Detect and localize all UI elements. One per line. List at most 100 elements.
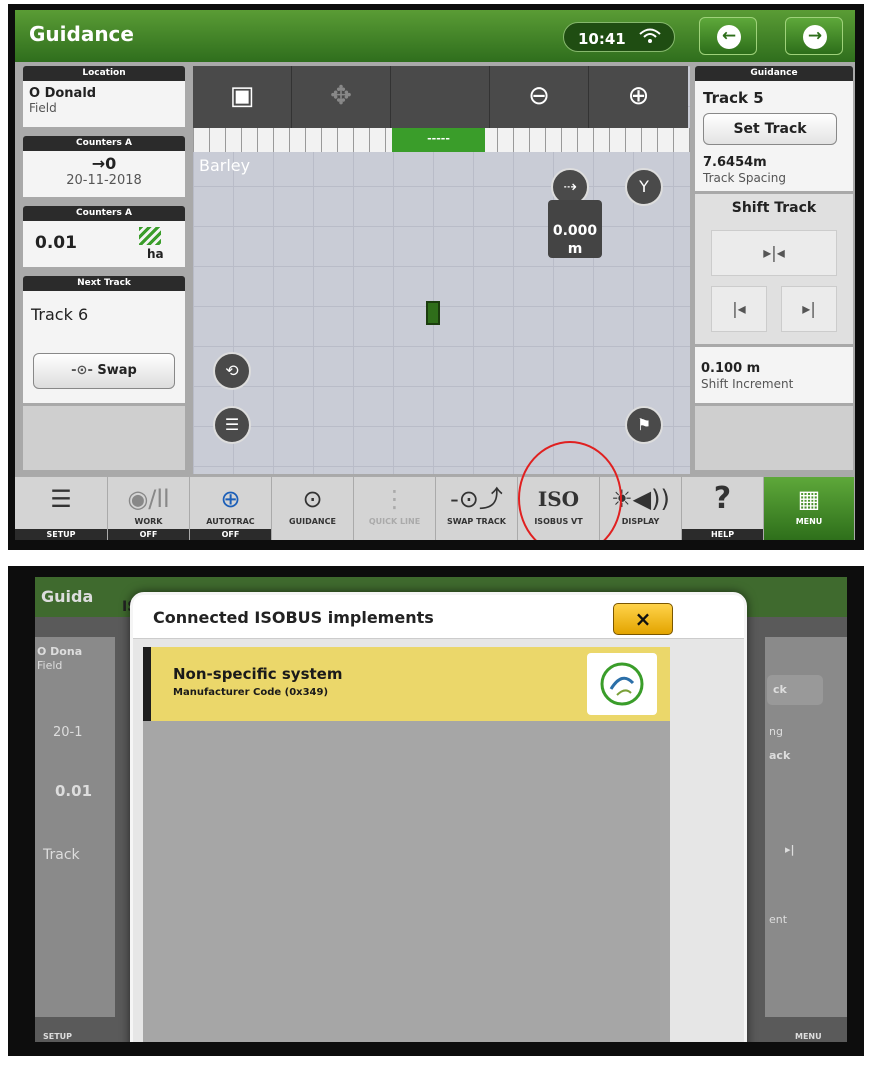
next-track-panel: Track 6 -⊙- Swap [23,291,185,403]
area-hatch-icon [139,227,161,245]
implement-code: Manufacturer Code (0x349) [173,687,329,698]
shift-increment-panel[interactable]: 0.100 m Shift Increment [695,347,853,403]
implement-list: Non-specific system Manufacturer Code (0… [143,647,670,1042]
setup-button[interactable]: ☰ SETUP [15,477,108,540]
area-panel[interactable]: 0.01 ha [23,221,185,267]
work-label: WORK [134,517,163,526]
dimmed-setup: SETUP [43,1032,73,1041]
autotrac-state: OFF [190,529,271,540]
swap-track-icon: -⊙- [71,363,93,378]
flag-button[interactable]: ⚑ [625,406,663,444]
location-panel[interactable]: O Donald Field [23,81,185,127]
area-value: 0.01 [35,233,77,253]
shift-increment-label: Shift Increment [701,377,794,391]
layers-button[interactable]: ☰ [213,406,251,444]
lightbar: ----- [193,128,690,152]
lightbar-center: ----- [392,128,485,152]
shift-track-panel: Shift Track ▸|◂ |◂ ▸| [695,194,853,344]
help-label: HELP [682,529,763,540]
dimmed-menu: MENU [795,1032,822,1041]
guidance-screen: Guidance 10:41 ← → Location O Donald Fie… [15,10,855,540]
set-track-button[interactable]: Set Track [703,113,837,145]
clock-time: 10:41 [578,30,626,48]
menu-button[interactable]: ▦ MENU [764,477,855,540]
rotate-icon: ⟲ [225,361,239,380]
guidance-compass-icon: ⊙ [302,485,323,513]
track-spacing-value: 7.6454m [703,155,767,170]
close-icon: × [634,607,652,631]
swap-track-tool-icon: -⊙⤴ [450,485,503,513]
dimmed-right-button: ck [767,675,823,705]
help-button[interactable]: ? HELP [682,477,764,540]
track-name: Track 5 [703,89,764,107]
swap-track-label: SWAP TRACK [447,517,506,526]
location-header: Location [23,66,185,81]
implement-name: Non-specific system [173,665,343,683]
offset-unit: m [567,241,583,257]
map-tool-blank [391,66,490,128]
location-name: O Donald [29,86,97,101]
map-view-button[interactable]: ▣ [193,66,292,128]
dimmed-right-ent: ent [769,913,788,926]
center-icon: ▸|◂ [763,243,785,262]
quick-line-label: QUICK LINE [368,517,421,526]
shift-track-label: Shift Track [731,200,817,216]
shift-right-button[interactable]: ▸| [781,286,837,332]
track-options-button[interactable]: Y [625,168,663,206]
zoom-in-button[interactable]: ⊕ [589,66,688,128]
next-track-header: Next Track [23,276,185,291]
swap-button[interactable]: -⊙- Swap [33,353,175,389]
implement-icon [587,653,657,715]
right-panel-filler [695,406,853,470]
rotate-view-button[interactable]: ⟲ [213,352,251,390]
list-item[interactable]: Non-specific system Manufacturer Code (0… [143,647,670,721]
zoom-in-icon: ⊕ [627,81,650,111]
swap-track-button[interactable]: -⊙⤴ SWAP TRACK [436,477,518,540]
record-line-icon: ⇢ [563,177,577,196]
shift-left-button[interactable]: |◂ [711,286,767,332]
counter-panel[interactable]: →0 20-11-2018 [23,151,185,197]
dimmed-field: Field [37,659,63,672]
crop-label: Barley [199,156,251,175]
menu-label: MENU [795,517,823,526]
dimmed-track: Track [43,847,80,863]
pan-arrows-icon: ✥ [330,81,352,111]
autotrac-icon: ⊕ [220,485,241,513]
dimmed-right-panel: ck ng ack ▸| ent MENU [765,637,847,1041]
guidance-panel-header: Guidance [695,66,853,81]
fork-icon: Y [639,177,649,196]
next-track-value: Track 6 [31,305,89,324]
bottom-toolbar: ☰ SETUP ◉/ll WORK OFF ⊕ AUTOTRAC OFF ⊙ G… [15,476,855,540]
zoom-out-button[interactable]: ⊖ [490,66,589,128]
dimmed-left-panel: O Dona Field 20-1 0.01 Track SETUP [35,637,115,1041]
quick-line-button[interactable]: ⋮ QUICK LINE [354,477,436,540]
track-offset-readout: 0.000 m [548,200,602,258]
isobus-dialog: Connected ISOBUS implements × Non-specif… [130,592,747,1042]
counters-a-header-1: Counters A [23,136,185,151]
zoom-out-icon: ⊖ [528,81,550,111]
status-clock: 10:41 [563,22,675,52]
offset-value: 0.000 [552,223,598,239]
forward-button[interactable]: → [785,17,843,55]
guidance-tool-button[interactable]: ⊙ GUIDANCE [272,477,354,540]
title-bar: Guidance 10:41 ← → [15,10,855,62]
pan-button[interactable]: ✥ [292,66,391,128]
isobus-dialog-screen: Guida O Dona Field 20-1 0.01 Track SETUP… [35,577,847,1042]
dimmed-area: 0.01 [55,782,93,800]
center-track-button[interactable]: ▸|◂ [711,230,837,276]
back-button[interactable]: ← [699,17,757,55]
swap-label: Swap [97,363,137,378]
flag-icon: ⚑ [636,415,652,434]
dimmed-right-ack: ack [769,749,791,762]
dialog-header: Connected ISOBUS implements × [133,595,744,639]
tractor-icon [426,301,440,325]
counter-value: →0 [91,154,117,173]
area-unit: ha [147,247,164,261]
guidance-map[interactable]: ▣ ✥ ⊖ ⊕ ----- Barley ⇢ Y 0.000 m ⟲ ☰ ⚑ [193,66,690,474]
close-button[interactable]: × [613,603,673,635]
setup-list-icon: ☰ [50,485,72,513]
quick-line-icon: ⋮ [382,485,407,513]
autotrac-button[interactable]: ⊕ AUTOTRAC OFF [190,477,272,540]
work-button[interactable]: ◉/ll WORK OFF [108,477,190,540]
menu-grid-icon: ▦ [797,485,821,513]
